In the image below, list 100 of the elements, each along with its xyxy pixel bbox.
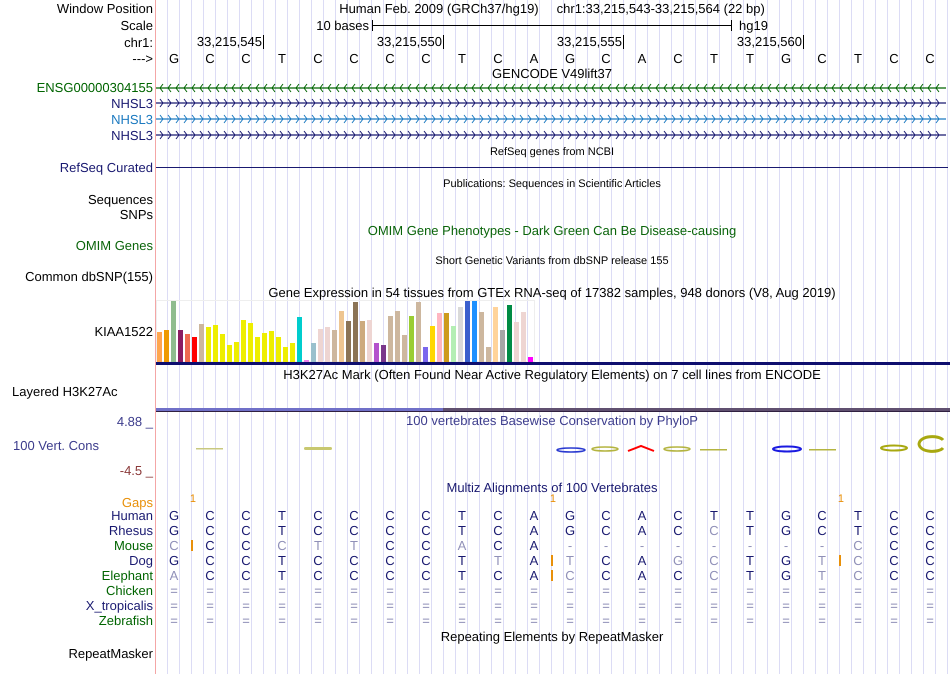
alignment-cell-text: C xyxy=(204,523,216,538)
alignment-cell-text: C xyxy=(600,553,612,568)
alignment-cell-text: A xyxy=(636,523,648,538)
alignment-cell-text: A xyxy=(456,538,468,553)
alignment-cell-text: C xyxy=(888,508,900,523)
alignment-cell-text: C xyxy=(600,568,612,583)
track-label: OMIM Genes xyxy=(76,238,154,253)
alignment-cell-text: = xyxy=(241,598,251,613)
alignment-cell-text: C xyxy=(924,508,936,523)
gene-label[interactable]: ENSG00000304155 xyxy=(36,80,156,95)
alignment-cell-text: C xyxy=(852,553,864,568)
alignment-cell-text: C xyxy=(312,508,324,523)
alignment-cell-text: = xyxy=(673,583,683,598)
base-letter: A xyxy=(638,50,646,66)
axis-min-label: -4.5 _ xyxy=(120,463,153,478)
alignment-cell-text: T xyxy=(457,508,467,523)
base-letter: T xyxy=(710,50,718,66)
alignment-cell-text: C xyxy=(420,568,432,583)
coordinate-tick: 33,215,560 xyxy=(736,35,804,49)
base-letter: G xyxy=(780,50,792,66)
alignment-cell-text: = xyxy=(529,613,539,628)
alignment-cell-text: C xyxy=(384,553,396,568)
gap-count: 1 xyxy=(838,493,844,505)
gene-label[interactable]: NHSL3 xyxy=(111,112,156,126)
alignment-cell-text: T xyxy=(745,523,755,538)
alignment-cell-text: = xyxy=(457,598,467,613)
base-letter: G xyxy=(564,50,576,66)
track-label: Sequences xyxy=(88,192,154,207)
alignment-cell-text: = xyxy=(925,613,935,628)
alignment-cell-text: C xyxy=(384,568,396,583)
base-letter: C xyxy=(241,50,251,66)
alignment-cell-text: T xyxy=(457,553,467,568)
strand-label: ---> xyxy=(132,50,154,66)
base-letter: G xyxy=(168,50,180,66)
track-title: 100 vertebrates Basewise Conservation by PhyloP xyxy=(406,412,698,430)
alignment-cell-text: C xyxy=(600,523,612,538)
base-letter: C xyxy=(889,50,899,66)
alignment-cell-text: C xyxy=(816,508,828,523)
alignment-cell-text: C xyxy=(240,568,252,583)
gene-line[interactable] xyxy=(156,129,946,141)
alignment-cell-text: - xyxy=(782,538,790,553)
alignment-cell-text: C xyxy=(852,568,864,583)
gap-count: 1 xyxy=(190,493,196,505)
track-title: Multiz Alignments of 100 Vertebrates xyxy=(446,480,658,494)
alignment-cell-text: C xyxy=(708,553,720,568)
alignment-cell-text: C xyxy=(312,553,324,568)
alignment-cell-text: G xyxy=(672,553,684,568)
alignment-cell-text: = xyxy=(169,598,179,613)
alignment-cell-text: = xyxy=(601,613,611,628)
base-letter: C xyxy=(421,50,431,66)
alignment-cell: A xyxy=(516,568,552,583)
alignment-cell-text: C xyxy=(816,523,828,538)
alignment-cell-text: C xyxy=(204,568,216,583)
base-letter: C xyxy=(601,50,611,66)
track-label: chr1: xyxy=(124,34,154,50)
alignment-cell-text: A xyxy=(168,568,180,583)
position-range: chr1:33,215,543-33,215,564 (22 bp) xyxy=(556,1,765,16)
alignment-cell-text: C xyxy=(348,568,360,583)
alignment-cell-text: - xyxy=(602,538,610,553)
alignment-cell-text: = xyxy=(889,613,899,628)
scale-length-label: 10 bases xyxy=(316,18,370,33)
alignment-cell-text: C xyxy=(312,523,324,538)
alignment-cell-text: - xyxy=(674,538,682,553)
alignment-cell-text: C xyxy=(564,568,576,583)
gene-line[interactable] xyxy=(156,82,946,94)
alignment-cell-text: G xyxy=(780,568,792,583)
alignment-cell-text: = xyxy=(637,598,647,613)
alignment-cell-text: = xyxy=(277,583,287,598)
alignment-cell-text: - xyxy=(746,538,754,553)
track-label: RefSeq Curated xyxy=(60,160,154,175)
species-label: Mouse xyxy=(114,538,154,553)
alignment-cell-text: = xyxy=(313,598,323,613)
alignment-cell-text: = xyxy=(709,598,719,613)
alignment-cell-text: C xyxy=(420,508,432,523)
alignment-cell-text: = xyxy=(745,613,755,628)
gene-label[interactable]: NHSL3 xyxy=(111,128,156,142)
alignment-cell-text: A xyxy=(528,523,540,538)
alignment-cell-text: C xyxy=(204,538,216,553)
alignment-cell-text: = xyxy=(781,613,791,628)
gene-label[interactable]: NHSL3 xyxy=(111,96,156,110)
alignment-cell-text: = xyxy=(421,598,431,613)
alignment-cell-text: C xyxy=(672,523,684,538)
alignment-cell-text: = xyxy=(205,598,215,613)
alignment-cell-text: = xyxy=(817,583,827,598)
alignment-cell-text: A xyxy=(636,508,648,523)
alignment-cell-text: C xyxy=(924,538,936,553)
alignment-cell-text: T xyxy=(277,568,287,583)
alignment-cell-text: C xyxy=(420,553,432,568)
alignment-cell-text: C xyxy=(384,508,396,523)
coordinate-tick: 33,215,550 xyxy=(376,35,444,49)
alignment-cell-text: C xyxy=(924,568,936,583)
alignment-cell-text: C xyxy=(204,508,216,523)
alignment-cell-text: = xyxy=(853,598,863,613)
base-letter: C xyxy=(493,50,503,66)
track-title: Repeating Elements by RepeatMasker xyxy=(440,629,664,644)
gene-line[interactable] xyxy=(156,97,946,109)
alignment-cell-text: = xyxy=(529,583,539,598)
track-title: H3K27Ac Mark (Often Found Near Active Regulatory Elements) on 7 cell lines from ENCODE xyxy=(283,366,821,382)
alignment-cell-text: = xyxy=(889,583,899,598)
alignment-cell-text: T xyxy=(853,508,863,523)
